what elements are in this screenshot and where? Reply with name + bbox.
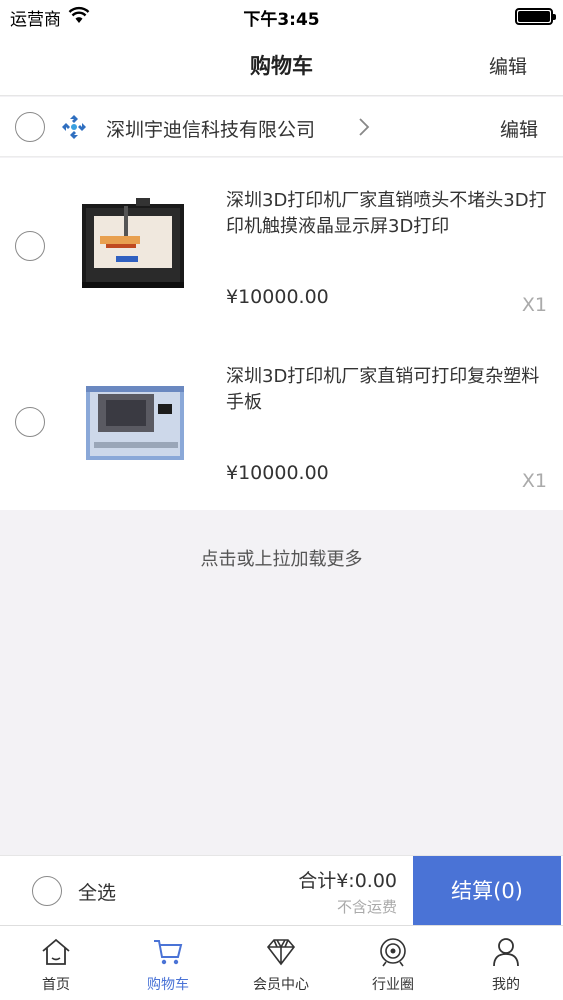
product-name[interactable]: 深圳3D打印机厂家直销可打印复杂塑料手板	[226, 364, 556, 416]
home-icon	[40, 936, 72, 968]
tab-label: 会员中心	[253, 977, 309, 993]
checkout-button[interactable]: 结算(0)	[413, 856, 561, 926]
select-all-checkbox[interactable]	[32, 876, 62, 906]
user-icon	[490, 936, 522, 968]
checkout-bar: 全选 合计¥:0.00 不含运费 结算(0)	[0, 855, 563, 926]
product-price: ¥10000.00	[226, 286, 329, 308]
diamond-icon	[265, 936, 297, 968]
shop-logo-icon	[60, 113, 88, 141]
item-select-checkbox[interactable]	[15, 231, 45, 261]
battery-icon	[515, 8, 556, 25]
tab-home[interactable]: 首页	[0, 926, 112, 1000]
select-all-label[interactable]: 全选	[78, 878, 116, 905]
tab-label: 购物车	[147, 977, 189, 993]
shop-name[interactable]: 深圳宇迪信科技有限公司	[106, 115, 315, 142]
total-price: 合计¥:0.00	[298, 870, 397, 892]
clock: 下午3:45	[243, 10, 320, 30]
shop-edit-button[interactable]: 编辑	[500, 115, 538, 142]
product-quantity: X1	[521, 294, 547, 316]
tab-label: 行业圈	[372, 977, 414, 993]
shop-select-checkbox[interactable]	[15, 112, 45, 142]
product-price: ¥10000.00	[226, 462, 329, 484]
chevron-right-icon[interactable]	[358, 117, 370, 141]
tab-cart[interactable]: 购物车	[112, 926, 224, 1000]
edit-button[interactable]: 编辑	[489, 52, 527, 79]
tab-mine[interactable]: 我的	[450, 926, 562, 1000]
product-image[interactable]	[76, 364, 196, 474]
shipping-note: 不含运费	[336, 898, 397, 916]
load-more-button[interactable]: 点击或上拉加载更多	[0, 545, 563, 571]
product-name[interactable]: 深圳3D打印机厂家直销喷头不堵头3D打印机触摸液晶显示屏3D打印	[226, 188, 556, 240]
cart-icon	[152, 936, 184, 968]
tab-bar: 首页 购物车 会员中心 行业圈 我的	[0, 925, 563, 1000]
tab-label: 首页	[42, 977, 70, 993]
status-bar: 运营商 下午3:45	[0, 0, 563, 32]
cart-item: 深圳3D打印机厂家直销喷头不堵头3D打印机触摸液晶显示屏3D打印 ¥10000.…	[0, 158, 563, 334]
page-title: 购物车	[250, 54, 313, 78]
tab-industry[interactable]: 行业圈	[337, 926, 449, 1000]
item-select-checkbox[interactable]	[15, 407, 45, 437]
cart-item: 深圳3D打印机厂家直销可打印复杂塑料手板 ¥10000.00 X1	[0, 334, 563, 510]
tab-member[interactable]: 会员中心	[225, 926, 337, 1000]
target-icon	[377, 936, 409, 968]
product-quantity: X1	[521, 470, 547, 492]
product-image[interactable]	[76, 184, 196, 294]
nav-bar: 购物车 编辑	[0, 32, 563, 96]
shop-row: 深圳宇迪信科技有限公司 编辑	[0, 97, 563, 157]
tab-label: 我的	[492, 977, 520, 993]
